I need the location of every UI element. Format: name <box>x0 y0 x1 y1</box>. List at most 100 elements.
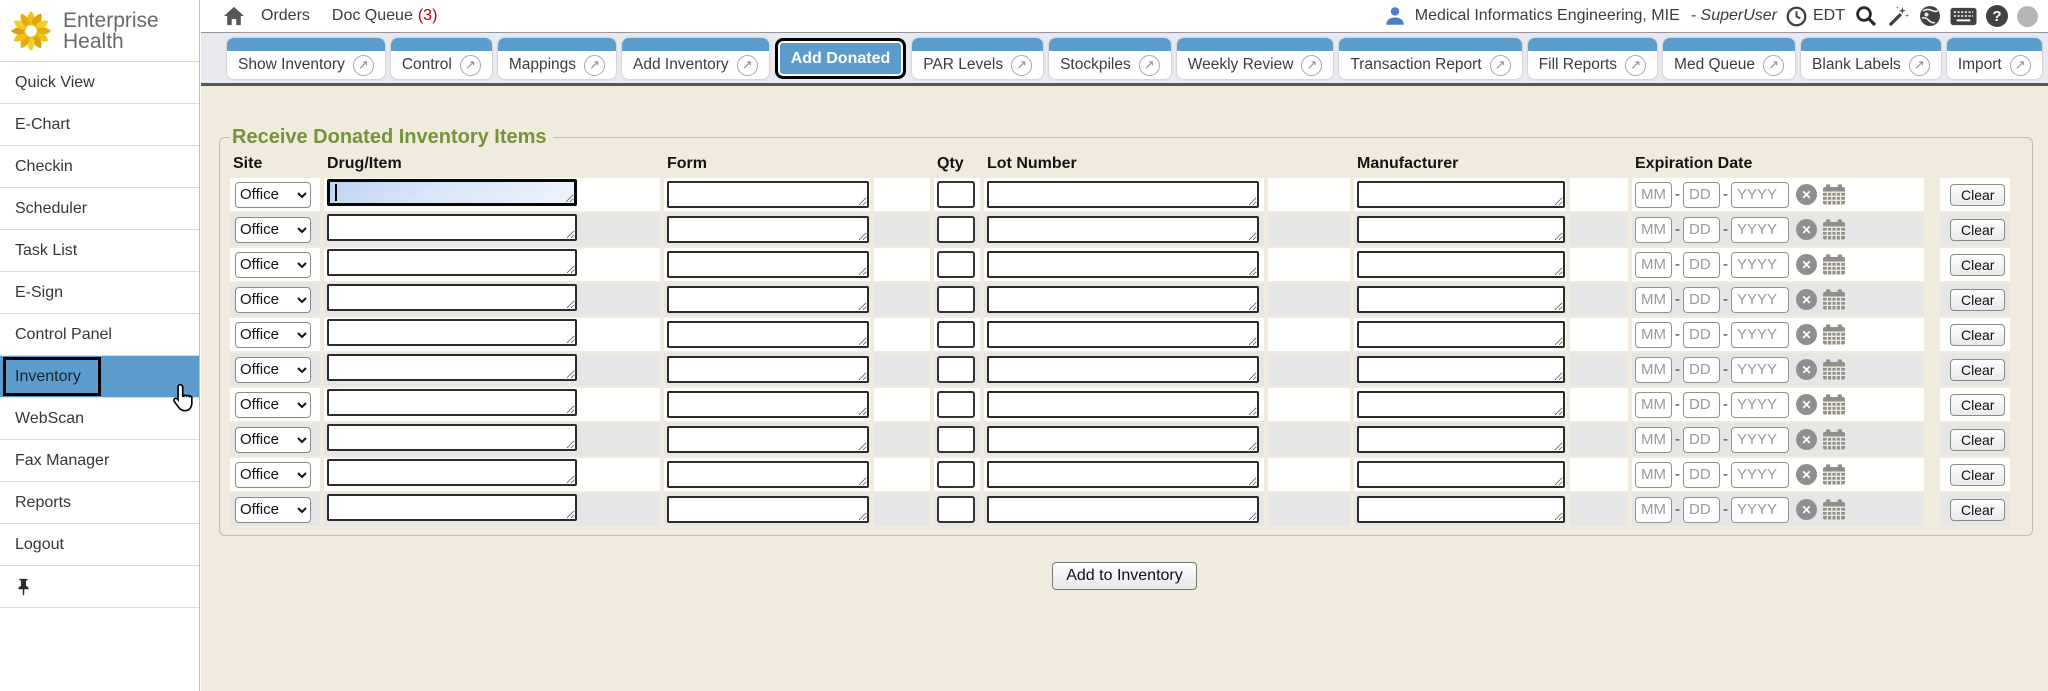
manufacturer-input[interactable] <box>1357 391 1565 418</box>
sidebar-item-fax-manager[interactable]: Fax Manager <box>0 440 199 482</box>
clear-row-button[interactable]: Clear <box>1950 499 2005 521</box>
lot-number-input[interactable] <box>987 286 1259 313</box>
sidebar-item-checkin[interactable]: Checkin <box>0 146 199 188</box>
manufacturer-input[interactable] <box>1357 461 1565 488</box>
expiration-day-input[interactable] <box>1683 182 1720 208</box>
lot-number-input[interactable] <box>987 426 1259 453</box>
clear-date-icon[interactable]: ✕ <box>1796 219 1817 240</box>
sidebar-item-e-chart[interactable]: E-Chart <box>0 104 199 146</box>
qty-input[interactable] <box>937 461 975 488</box>
manufacturer-input[interactable] <box>1357 426 1565 453</box>
tab-add-inventory[interactable]: Add Inventory ↗ <box>622 38 769 79</box>
expiration-month-input[interactable] <box>1635 462 1672 488</box>
tab-show-inventory[interactable]: Show Inventory ↗ <box>227 38 385 79</box>
tab-control[interactable]: Control ↗ <box>391 38 492 79</box>
home-icon[interactable] <box>223 6 245 26</box>
qty-input[interactable] <box>937 321 975 348</box>
sidebar-item-task-list[interactable]: Task List <box>0 230 199 272</box>
sidebar-item-control-panel[interactable]: Control Panel <box>0 314 199 356</box>
qty-input[interactable] <box>937 286 975 313</box>
clear-date-icon[interactable]: ✕ <box>1796 394 1817 415</box>
open-in-new-arrow-icon[interactable]: ↗ <box>1490 55 1511 76</box>
tab-add-donated[interactable]: Add Donated <box>775 38 907 79</box>
drug-item-input[interactable] <box>327 179 577 206</box>
site-select[interactable]: Office <box>235 462 311 488</box>
expiration-day-input[interactable] <box>1683 217 1720 243</box>
expiration-year-input[interactable] <box>1731 217 1789 243</box>
calendar-icon[interactable] <box>1822 184 1846 205</box>
expiration-year-input[interactable] <box>1731 182 1789 208</box>
drug-item-input[interactable] <box>327 284 577 311</box>
clear-date-icon[interactable]: ✕ <box>1796 289 1817 310</box>
expiration-month-input[interactable] <box>1635 182 1672 208</box>
sidebar-item-logout[interactable]: Logout <box>0 524 199 566</box>
qty-input[interactable] <box>937 426 975 453</box>
tab-transaction-report[interactable]: Transaction Report ↗ <box>1339 38 1521 79</box>
form-input[interactable] <box>667 426 869 453</box>
form-input[interactable] <box>667 286 869 313</box>
clear-row-button[interactable]: Clear <box>1950 359 2005 381</box>
clear-date-icon[interactable]: ✕ <box>1796 464 1817 485</box>
clear-date-icon[interactable]: ✕ <box>1796 324 1817 345</box>
expiration-day-input[interactable] <box>1683 462 1720 488</box>
manufacturer-input[interactable] <box>1357 496 1565 523</box>
calendar-icon[interactable] <box>1822 289 1846 310</box>
site-select[interactable]: Office <box>235 497 311 523</box>
expiration-year-input[interactable] <box>1731 462 1789 488</box>
lot-number-input[interactable] <box>987 461 1259 488</box>
form-input[interactable] <box>667 181 869 208</box>
site-select[interactable]: Office <box>235 322 311 348</box>
clear-row-button[interactable]: Clear <box>1950 394 2005 416</box>
add-to-inventory-button[interactable]: Add to Inventory <box>1052 562 1197 590</box>
manufacturer-input[interactable] <box>1357 321 1565 348</box>
expiration-month-input[interactable] <box>1635 217 1672 243</box>
open-in-new-arrow-icon[interactable]: ↗ <box>1909 55 1930 76</box>
expiration-month-input[interactable] <box>1635 322 1672 348</box>
manufacturer-input[interactable] <box>1357 286 1565 313</box>
tab-med-queue[interactable]: Med Queue ↗ <box>1663 38 1795 79</box>
clear-row-button[interactable]: Clear <box>1950 254 2005 276</box>
site-select[interactable]: Office <box>235 287 311 313</box>
open-in-new-arrow-icon[interactable]: ↗ <box>1301 55 1322 76</box>
tab-stockpiles[interactable]: Stockpiles ↗ <box>1049 38 1171 79</box>
tab-blank-labels[interactable]: Blank Labels ↗ <box>1801 38 1941 79</box>
open-in-new-arrow-icon[interactable]: ↗ <box>1625 55 1646 76</box>
qty-input[interactable] <box>937 251 975 278</box>
qty-input[interactable] <box>937 496 975 523</box>
drug-item-input[interactable] <box>327 249 577 276</box>
qty-input[interactable] <box>937 391 975 418</box>
breadcrumb-doc-queue[interactable]: Doc Queue (3) <box>332 7 438 25</box>
site-select[interactable]: Office <box>235 252 311 278</box>
open-in-new-arrow-icon[interactable]: ↗ <box>1763 55 1784 76</box>
expiration-month-input[interactable] <box>1635 357 1672 383</box>
expiration-year-input[interactable] <box>1731 497 1789 523</box>
open-in-new-arrow-icon[interactable]: ↗ <box>460 55 481 76</box>
tab-mappings[interactable]: Mappings ↗ <box>498 38 616 79</box>
clear-row-button[interactable]: Clear <box>1950 219 2005 241</box>
open-in-new-arrow-icon[interactable]: ↗ <box>2010 55 2031 76</box>
lot-number-input[interactable] <box>987 496 1259 523</box>
clear-date-icon[interactable]: ✕ <box>1796 254 1817 275</box>
clear-row-button[interactable]: Clear <box>1950 464 2005 486</box>
qty-input[interactable] <box>937 181 975 208</box>
calendar-icon[interactable] <box>1822 359 1846 380</box>
manufacturer-input[interactable] <box>1357 181 1565 208</box>
expiration-day-input[interactable] <box>1683 427 1720 453</box>
sidebar-item-quick-view[interactable]: Quick View <box>0 62 199 104</box>
sidebar-item-e-sign[interactable]: E-Sign <box>0 272 199 314</box>
open-in-new-arrow-icon[interactable]: ↗ <box>584 55 605 76</box>
calendar-icon[interactable] <box>1822 394 1846 415</box>
search-icon[interactable] <box>1854 4 1878 28</box>
calendar-icon[interactable] <box>1822 429 1846 450</box>
drug-item-input[interactable] <box>327 459 577 486</box>
form-input[interactable] <box>667 251 869 278</box>
lot-number-input[interactable] <box>987 391 1259 418</box>
tab-par-levels[interactable]: PAR Levels ↗ <box>912 38 1043 79</box>
tab-fill-reports[interactable]: Fill Reports ↗ <box>1528 38 1657 79</box>
open-in-new-arrow-icon[interactable]: ↗ <box>1139 55 1160 76</box>
manufacturer-input[interactable] <box>1357 216 1565 243</box>
qty-input[interactable] <box>937 216 975 243</box>
form-input[interactable] <box>667 391 869 418</box>
expiration-month-input[interactable] <box>1635 287 1672 313</box>
calendar-icon[interactable] <box>1822 254 1846 275</box>
